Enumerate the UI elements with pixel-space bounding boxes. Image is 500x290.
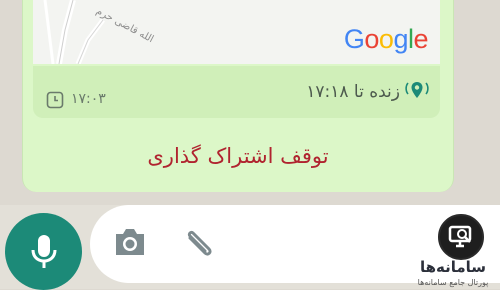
live-location-row: ۱۷:۰۳ زنده تا ۱۷:۱۸: [33, 66, 440, 118]
watermark-logo: سامانه‌ها پورتال جامع سامانه‌ها: [406, 210, 500, 289]
paperclip-icon[interactable]: [180, 224, 220, 264]
map-preview[interactable]: الله قاضی حرم Google: [33, 0, 440, 64]
live-until-text: زنده تا ۱۷:۱۸: [306, 82, 400, 102]
camera-icon[interactable]: [112, 226, 148, 258]
google-letter: G: [343, 24, 365, 54]
google-letter: o: [364, 24, 379, 54]
watermark-icon: [438, 214, 484, 260]
location-message-bubble[interactable]: الله قاضی حرم Google ۱۷:۰۳ زنده تا ۱۷:۱۸…: [22, 0, 454, 192]
live-location-pin-icon: [405, 82, 429, 98]
monitor-icon: [448, 225, 472, 248]
stop-sharing-button[interactable]: توقف اشتراک گذاری: [23, 144, 453, 168]
google-logo: Google: [343, 24, 429, 55]
google-letter: e: [413, 24, 428, 54]
clock-icon: [46, 91, 64, 109]
mic-button[interactable]: [5, 213, 82, 290]
message-time: ۱۷:۰۳: [71, 91, 106, 107]
google-letter: o: [378, 24, 394, 54]
watermark-title: سامانه‌ها: [419, 258, 487, 276]
mic-icon: [31, 235, 57, 268]
watermark-subtitle: پورتال جامع سامانه‌ها: [417, 278, 489, 287]
google-letter: g: [393, 24, 408, 54]
